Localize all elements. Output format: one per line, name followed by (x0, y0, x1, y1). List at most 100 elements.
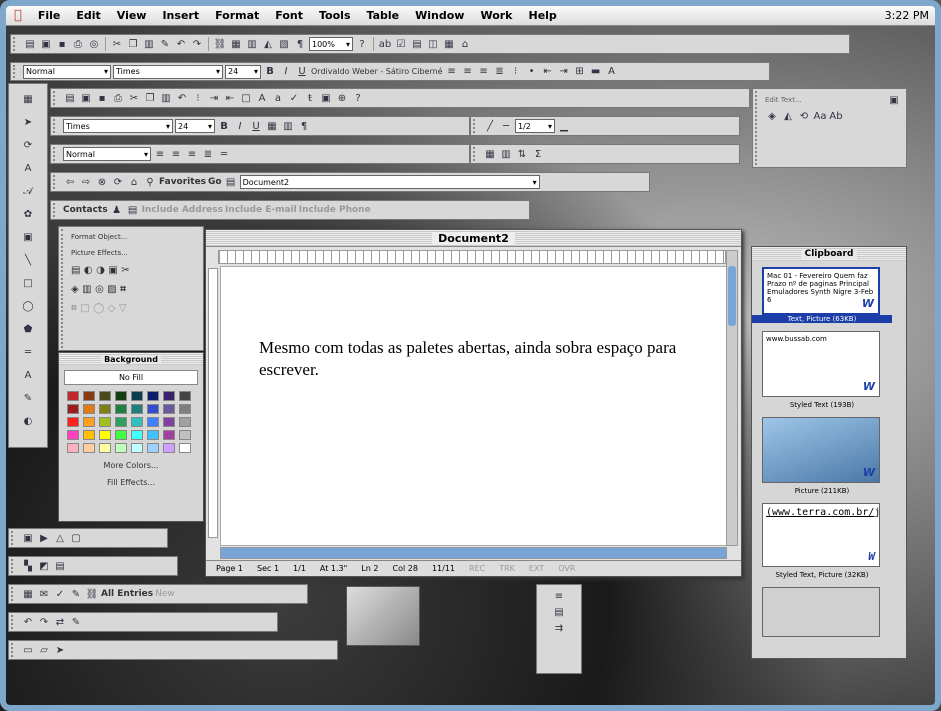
text-box-icon[interactable]: A (21, 161, 35, 175)
contact-icon[interactable]: ♟ (110, 203, 124, 217)
color-swatch[interactable] (99, 404, 111, 414)
toolbar-grip[interactable] (755, 91, 761, 165)
flow-icon[interactable]: ⇉ (552, 621, 566, 635)
search-icon[interactable]: ⚲ (143, 175, 157, 189)
print-icon[interactable]: ⎙ (111, 91, 125, 105)
justify-icon[interactable]: ≣ (493, 65, 507, 79)
format-painter-icon[interactable]: ✎ (158, 37, 172, 51)
redo-icon[interactable]: ↷ (190, 37, 204, 51)
wordart-edit-text[interactable]: Edit Text... (765, 96, 885, 104)
menu-format[interactable]: Format (207, 9, 267, 22)
bullets-icon[interactable]: • (525, 65, 539, 79)
line-weight-select[interactable]: 1/2 (515, 119, 555, 133)
color-swatch[interactable] (115, 430, 127, 440)
shadow-icon[interactable]: ▚ (21, 559, 35, 573)
color-swatch[interactable] (147, 443, 159, 453)
color-swatch[interactable] (99, 417, 111, 427)
rectangle-icon[interactable]: □ (21, 276, 35, 290)
favorites-button[interactable]: Favorites (159, 177, 206, 187)
include-phone-button[interactable]: Include Phone (299, 205, 371, 215)
single-spacing-icon[interactable]: ═ (217, 147, 231, 161)
color-swatch[interactable] (115, 443, 127, 453)
fill-color-icon[interactable]: ◐ (21, 414, 35, 428)
arrow-icon[interactable]: ➤ (53, 643, 67, 657)
draw-icon[interactable]: ▶ (37, 531, 51, 545)
menu-window[interactable]: Window (407, 9, 472, 22)
checkbox-icon[interactable]: ☑ (394, 37, 408, 51)
toolbar-grip[interactable] (11, 615, 17, 629)
align-left-icon[interactable]: ≡ (153, 147, 167, 161)
notes-icon[interactable]: ✎ (69, 587, 83, 601)
vertical-ruler[interactable] (208, 268, 218, 538)
line-color-icon[interactable]: ✎ (21, 391, 35, 405)
task-icon[interactable]: ✓ (53, 587, 67, 601)
mail-icon[interactable]: ✉ (37, 587, 51, 601)
back-icon[interactable]: ⇦ (63, 175, 77, 189)
wordart-shape-icon[interactable]: ◭ (781, 109, 795, 123)
outdent-icon[interactable]: ⇤ (541, 65, 555, 79)
align-right-icon[interactable]: ≡ (477, 65, 491, 79)
home-icon[interactable]: ⌂ (127, 175, 141, 189)
vertical-text-icon[interactable]: Ab (829, 109, 843, 123)
clipboard-item[interactable]: (www.terra.com.br/jornaldalilign/). W (762, 503, 880, 567)
color-swatch[interactable] (131, 430, 143, 440)
style-select-2[interactable]: Normal (63, 147, 151, 161)
address-book-icon[interactable]: ▤ (126, 203, 140, 217)
all-entries-button[interactable]: All Entries (101, 589, 153, 599)
menu-help[interactable]: Help (521, 9, 565, 22)
new-document-icon[interactable]: ▤ (63, 91, 77, 105)
save-icon[interactable]: ▪ (95, 91, 109, 105)
color-swatch[interactable] (99, 391, 111, 401)
more-colors-button[interactable]: More Colors... (59, 461, 203, 470)
fill-effects-button[interactable]: Fill Effects... (59, 478, 203, 487)
clip-art-icon[interactable]: ✿ (21, 207, 35, 221)
toolbar-grip[interactable] (61, 229, 67, 348)
color-swatch[interactable] (131, 443, 143, 453)
columns-icon[interactable]: ▥ (245, 37, 259, 51)
redo-icon[interactable]: ↷ (37, 615, 51, 629)
include-address-button[interactable]: Include Address (142, 205, 223, 215)
folder-icon[interactable]: ▭ (21, 643, 35, 657)
toolbar-grip[interactable] (11, 587, 17, 601)
toolbar-grip[interactable] (11, 531, 17, 545)
text-field-icon[interactable]: ab (378, 37, 392, 51)
combo-icon[interactable]: ▤ (410, 37, 424, 51)
color-swatch[interactable] (115, 404, 127, 414)
sort-icon[interactable]: ⇅ (515, 147, 529, 161)
underline-icon[interactable]: U (249, 119, 263, 133)
zoom-select[interactable]: 100% (309, 37, 353, 51)
apple-menu-icon[interactable]:  (6, 8, 30, 23)
color-swatch[interactable] (83, 404, 95, 414)
form-options-icon[interactable]: ◫ (426, 37, 440, 51)
italic-icon[interactable]: I (279, 65, 293, 79)
color-swatch[interactable] (163, 443, 175, 453)
color-swatch[interactable] (83, 430, 95, 440)
bullets-icon[interactable]: ⁝ (191, 91, 205, 105)
underline-icon[interactable]: U (295, 65, 309, 79)
link-icon[interactable]: ⛓ (85, 587, 99, 601)
size-select[interactable]: 24 (225, 64, 261, 79)
shapes-icon[interactable]: △ (53, 531, 67, 545)
color-swatch[interactable] (163, 430, 175, 440)
align-center-icon[interactable]: ≡ (169, 147, 183, 161)
toolbar-grip[interactable] (13, 37, 19, 51)
picture-effects-button[interactable]: Picture Effects... (71, 249, 128, 257)
status-ovr[interactable]: OVR (558, 564, 575, 573)
color-swatch[interactable] (147, 430, 159, 440)
show-hide-icon[interactable]: ¶ (297, 119, 311, 133)
color-swatch[interactable] (67, 443, 79, 453)
clipboard-empty-slot[interactable] (762, 587, 880, 637)
calendar-icon[interactable]: ▦ (21, 587, 35, 601)
align-left-icon[interactable]: ≡ (445, 65, 459, 79)
insert-table-icon[interactable]: ▦ (21, 92, 35, 106)
save-icon[interactable]: ▪ (55, 37, 69, 51)
address-field[interactable]: Document2 (239, 175, 540, 189)
format-wordart-icon[interactable]: ◈ (765, 109, 779, 123)
wordart-icon[interactable]: 𝒜 (21, 184, 35, 198)
toolbar-grip[interactable] (53, 175, 59, 189)
align-center-icon[interactable]: ≡ (461, 65, 475, 79)
new-document-icon[interactable]: ▤ (23, 37, 37, 51)
color-swatch[interactable] (179, 443, 191, 453)
align-right-icon[interactable]: ≡ (185, 147, 199, 161)
refresh-icon[interactable]: ⟳ (111, 175, 125, 189)
